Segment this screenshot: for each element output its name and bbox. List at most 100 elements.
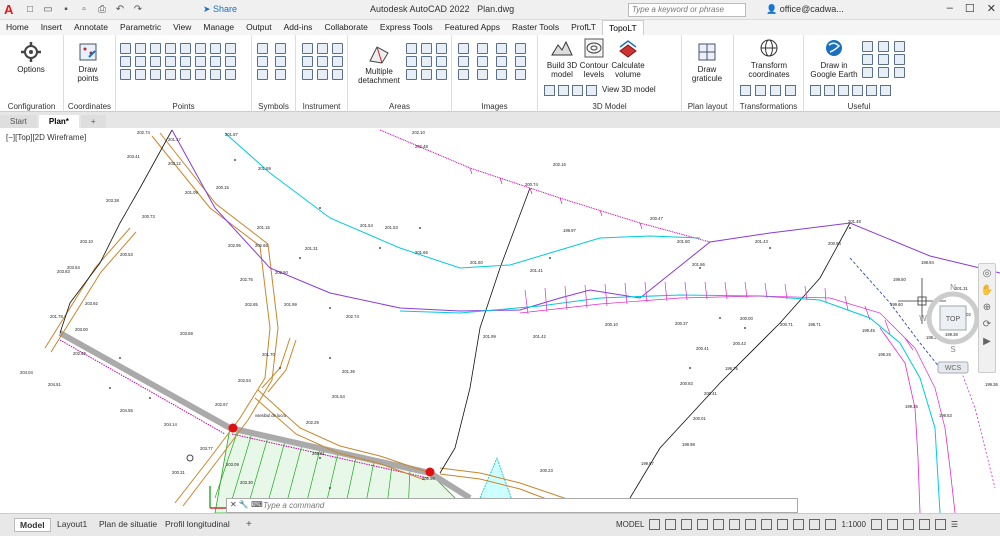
selection-cycling-icon[interactable] [793,519,805,530]
transform-coordinates-button[interactable]: Transform coordinates [738,37,800,79]
model-space-toggle[interactable]: MODEL [616,520,644,529]
command-line-close-icon[interactable]: ✕ 🔧 ⌨ [230,500,263,509]
instrument-tool-icon[interactable] [332,69,343,80]
maximize-icon[interactable]: ☐ [965,2,975,15]
instrument-tool-icon[interactable] [302,43,313,54]
redo-icon[interactable]: ↷ [132,4,144,16]
minimize-icon[interactable]: – [947,2,953,15]
ribbon-tab[interactable]: Parametric [114,20,167,35]
useful-tool-icon[interactable] [894,41,905,52]
symbol-tool-icon[interactable] [257,56,268,67]
point-tool-icon[interactable] [225,69,236,80]
point-tool-icon[interactable] [120,69,131,80]
panel-title[interactable]: Areas [348,102,451,111]
document-tab[interactable]: Start [0,115,37,128]
useful-tool-icon[interactable] [878,41,889,52]
viewcube-west[interactable]: W [919,314,927,323]
image-tool-icon[interactable] [477,43,488,54]
area-tool-icon[interactable] [421,69,432,80]
zoom-extents-icon[interactable]: ⊕ [979,302,995,313]
lineweight-icon[interactable] [761,519,773,530]
symbol-tool-icon[interactable] [257,69,268,80]
useful-tool-icon[interactable] [894,67,905,78]
ribbon-tab[interactable]: Home [0,20,35,35]
image-tool-icon[interactable] [458,56,469,67]
annotation-monitor-icon[interactable] [886,519,898,530]
command-input[interactable]: Type a command [263,501,324,510]
useful-tool-icon[interactable] [866,85,877,96]
draw-in-google-earth-button[interactable]: Draw in Google Earth [808,37,860,79]
grid-icon[interactable] [649,519,661,530]
point-tool-icon[interactable] [120,56,131,67]
annotation-visibility-icon[interactable] [809,519,821,530]
ribbon-tab[interactable]: TopoLT [601,20,644,35]
save-as-icon[interactable]: ▫ [78,4,90,16]
plot-icon[interactable]: ⎙ [96,4,108,16]
3d-tool-icon[interactable] [572,85,583,96]
ribbon-tab[interactable]: Add-ins [278,20,319,35]
area-tool-icon[interactable] [421,56,432,67]
ribbon-tab[interactable]: Manage [197,20,240,35]
share-button[interactable]: ➤ Share [203,4,237,15]
image-tool-icon[interactable] [477,69,488,80]
isodraft-icon[interactable] [729,519,741,530]
point-tool-icon[interactable] [165,56,176,67]
workspace-gear-icon[interactable] [870,519,882,530]
point-tool-icon[interactable] [180,69,191,80]
contour-levels-button[interactable]: Contour levels [578,37,610,79]
wcs-menu[interactable]: WCS [945,365,962,372]
draw-points-button[interactable]: Draw points [68,41,108,83]
image-tool-icon[interactable] [477,56,488,67]
drawing-canvas[interactable]: [−][Top][2D Wireframe] 202.74 201.17 201… [0,128,1000,513]
panel-title[interactable]: Plan layout [682,102,733,111]
new-icon[interactable]: □ [24,4,36,16]
ribbon-tab[interactable]: Output [240,20,278,35]
ribbon-tab[interactable]: ProfLT [565,20,602,35]
panel-title[interactable]: Transformations [734,102,803,111]
layout-tab[interactable]: Profil longitudinal [160,518,235,530]
options-button[interactable]: Options [8,41,54,74]
calculate-volume-button[interactable]: Calculate volume [610,37,646,79]
transform-tool-icon[interactable] [740,85,751,96]
image-tool-icon[interactable] [515,43,526,54]
add-layout-button[interactable]: + [246,519,252,530]
layout-tab[interactable]: Plan de situatie [94,518,162,530]
image-tool-icon[interactable] [496,69,507,80]
image-tool-icon[interactable] [515,69,526,80]
area-tool-icon[interactable] [406,43,417,54]
3d-tool-icon[interactable] [586,85,597,96]
useful-tool-icon[interactable] [862,41,873,52]
layout-tab[interactable]: Layout1 [52,518,92,530]
useful-tool-icon[interactable] [878,67,889,78]
viewcube-top[interactable]: TOP [946,316,961,323]
command-line[interactable]: ✕ 🔧 ⌨ Type a command [226,498,798,513]
point-tool-icon[interactable] [150,56,161,67]
open-icon[interactable]: ▭ [42,4,54,16]
instrument-tool-icon[interactable] [317,69,328,80]
image-tool-icon[interactable] [515,56,526,67]
polar-icon[interactable] [713,519,725,530]
symbol-tool-icon[interactable] [257,43,268,54]
area-tool-icon[interactable] [436,69,447,80]
point-tool-icon[interactable] [165,69,176,80]
symbol-tool-icon[interactable] [275,56,286,67]
instrument-tool-icon[interactable] [317,56,328,67]
point-tool-icon[interactable] [195,43,206,54]
clean-screen-icon[interactable] [934,519,946,530]
useful-tool-icon[interactable] [852,85,863,96]
ribbon-tab[interactable]: Featured Apps [439,20,506,35]
point-tool-icon[interactable] [150,43,161,54]
transform-tool-icon[interactable] [770,85,781,96]
ortho-icon[interactable] [697,519,709,530]
useful-tool-icon[interactable] [810,85,821,96]
useful-tool-icon[interactable] [894,54,905,65]
area-tool-icon[interactable] [421,43,432,54]
point-tool-icon[interactable] [180,56,191,67]
panel-title[interactable]: Useful [804,102,914,111]
instrument-tool-icon[interactable] [317,43,328,54]
image-tool-icon[interactable] [458,69,469,80]
autocad-logo-icon[interactable]: A [4,2,20,18]
full-navigation-wheel-icon[interactable]: ◎ [979,268,995,279]
undo-icon[interactable]: ↶ [114,4,126,16]
infer-icon[interactable] [681,519,693,530]
